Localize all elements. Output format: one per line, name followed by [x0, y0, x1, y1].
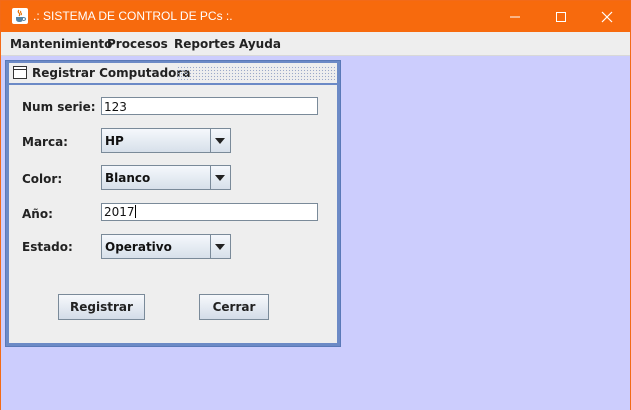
estado-selected-value: Operativo — [105, 240, 172, 254]
num-serie-input[interactable] — [101, 97, 318, 115]
anio-label: Año: — [22, 207, 53, 221]
minimize-icon — [510, 16, 520, 18]
frame-title-bar[interactable]: Registrar Computadora — [9, 63, 337, 83]
menu-ayuda[interactable]: Ayuda — [239, 37, 281, 51]
title-bar-grip — [177, 66, 335, 80]
text-caret — [134, 205, 136, 218]
form-body: Num serie: Marca: HP Color: Blanco — [9, 85, 337, 343]
estado-dropdown-button[interactable] — [210, 235, 230, 258]
app-window: .: SISTEMA DE CONTROL DE PCs :. Mantenim… — [0, 0, 631, 410]
menu-reportes[interactable]: Reportes — [174, 37, 235, 51]
maximize-icon — [556, 12, 566, 22]
minimize-button[interactable] — [492, 1, 538, 32]
anio-value: 2017 — [104, 205, 135, 219]
close-icon — [601, 11, 613, 23]
estado-label: Estado: — [22, 240, 73, 254]
chevron-down-icon — [215, 138, 225, 144]
close-button[interactable] — [584, 1, 630, 32]
anio-input[interactable]: 2017 — [101, 203, 318, 221]
marca-dropdown-button[interactable] — [210, 129, 230, 152]
color-dropdown[interactable]: Blanco — [101, 165, 231, 190]
num-serie-label: Num serie: — [22, 100, 96, 114]
chevron-down-icon — [215, 175, 225, 181]
marca-selected-value: HP — [105, 134, 124, 148]
title-bar[interactable]: .: SISTEMA DE CONTROL DE PCs :. — [1, 1, 630, 32]
menu-bar: Mantenimiento Procesos Reportes Ayuda — [1, 32, 630, 56]
frame-title: Registrar Computadora — [32, 66, 191, 80]
registrar-computadora-frame: Registrar Computadora Num serie: Marca: … — [5, 60, 341, 347]
cerrar-button[interactable]: Cerrar — [199, 294, 269, 320]
internal-frame-icon — [13, 66, 27, 79]
maximize-button[interactable] — [538, 1, 584, 32]
color-selected-value: Blanco — [105, 171, 151, 185]
marca-dropdown[interactable]: HP — [101, 128, 231, 153]
registrar-button[interactable]: Registrar — [58, 294, 145, 320]
chevron-down-icon — [215, 244, 225, 250]
marca-label: Marca: — [22, 135, 68, 149]
java-cup-icon — [12, 8, 28, 24]
menu-mantenimiento[interactable]: Mantenimiento — [10, 37, 112, 51]
estado-dropdown[interactable]: Operativo — [101, 234, 231, 259]
menu-procesos[interactable]: Procesos — [107, 37, 168, 51]
window-title: .: SISTEMA DE CONTROL DE PCs :. — [33, 9, 233, 23]
color-dropdown-button[interactable] — [210, 166, 230, 189]
color-label: Color: — [22, 172, 63, 186]
